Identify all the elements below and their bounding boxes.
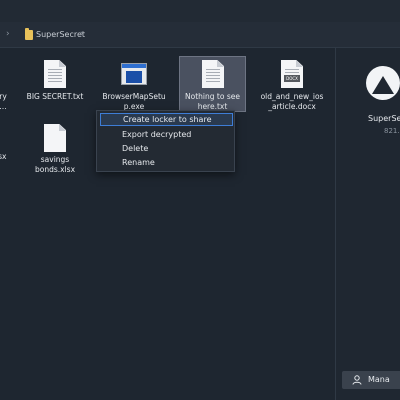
file-name: lsx: [0, 152, 7, 161]
file-name: savings bonds.xlsx: [34, 155, 76, 174]
file-tile-ios-article[interactable]: DOCX old_and_new_ios _article.docx: [256, 58, 328, 114]
locker-logo-icon: [366, 66, 400, 100]
file-tile-big-secret[interactable]: BIG SECRET.txt: [22, 58, 88, 104]
details-size: 821.: [384, 127, 400, 135]
exe-icon: [121, 63, 147, 85]
file-name: old_and_new_ios _article.docx: [260, 92, 324, 111]
file-tile[interactable]: lsx: [0, 152, 10, 166]
menu-item-create-locker[interactable]: Create locker to share: [100, 113, 233, 126]
file-name: Nothing to see here.txt: [185, 92, 240, 111]
text-document-icon: [44, 60, 66, 88]
docx-icon: DOCX: [281, 60, 303, 88]
manage-button[interactable]: Mana: [342, 371, 400, 389]
file-grid: ry … BIG SECRET.txt BrowserMapSetu p.exe…: [0, 48, 335, 400]
file-name: BIG SECRET.txt: [26, 92, 84, 101]
file-tile-nothing-to-see[interactable]: Nothing to see here.txt: [179, 56, 246, 112]
details-title: SuperSe: [368, 114, 400, 123]
manage-label: Mana: [368, 375, 390, 384]
breadcrumb: › SuperSecret ›: [0, 22, 400, 48]
top-strip: [0, 0, 400, 22]
breadcrumb-chevron-icon[interactable]: ›: [80, 29, 84, 39]
details-panel: SuperSe 821. Mana: [336, 48, 400, 400]
folder-icon: [25, 28, 33, 40]
breadcrumb-chevron-icon[interactable]: ›: [6, 29, 10, 39]
menu-item-delete[interactable]: Delete: [100, 142, 233, 155]
docx-tag: DOCX: [284, 75, 300, 82]
file-tile-savings-bonds[interactable]: savings bonds.xlsx: [22, 122, 88, 178]
spreadsheet-icon: [44, 124, 66, 152]
file-name: ry …: [0, 92, 7, 111]
breadcrumb-folder-label[interactable]: SuperSecret: [36, 30, 85, 39]
context-menu: Create locker to share Export decrypted …: [96, 110, 235, 172]
file-tile-browsermapsetup[interactable]: BrowserMapSetu p.exe: [100, 58, 168, 114]
menu-item-export-decrypted[interactable]: Export decrypted: [100, 128, 233, 141]
text-document-icon: [202, 60, 224, 88]
user-icon: [352, 375, 362, 385]
menu-item-rename[interactable]: Rename: [100, 156, 233, 169]
file-name: BrowserMapSetu p.exe: [102, 92, 166, 111]
file-tile[interactable]: ry …: [0, 92, 10, 132]
